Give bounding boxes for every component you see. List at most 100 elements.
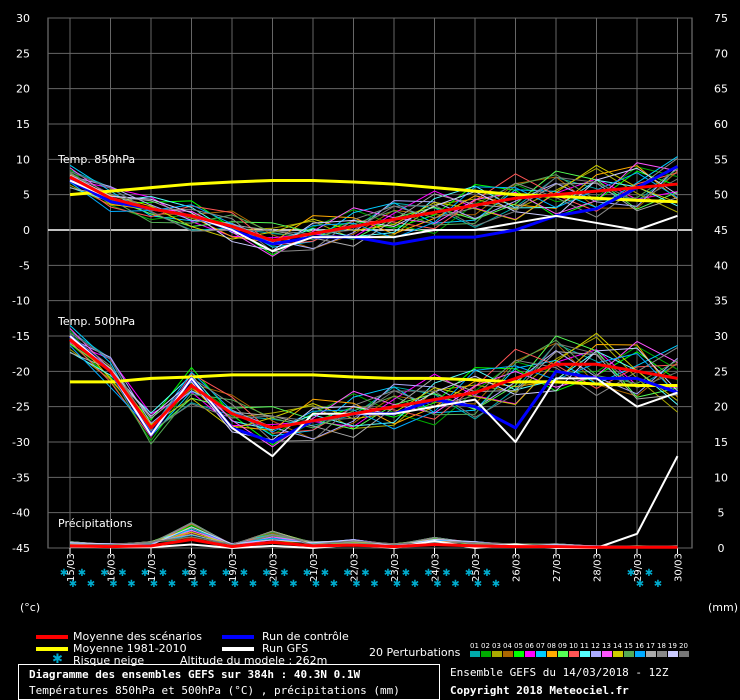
y-tick-left: -40 — [12, 507, 30, 520]
snow-risk-marker: ✱ — [393, 579, 401, 590]
perturbation-number: 12 — [591, 642, 600, 650]
snow-risk-marker: ✱ — [289, 579, 297, 590]
x-tick-date: 26/03 — [512, 553, 523, 582]
snow-risk-marker: ✱ — [636, 579, 644, 590]
perturbation-number: 20 — [679, 642, 688, 650]
perturbation-swatch — [635, 651, 645, 657]
snow-risk-marker: ✱ — [168, 579, 176, 590]
snow-risk-marker: ✱ — [118, 568, 126, 579]
snow-risk-marker: ✱ — [402, 568, 410, 579]
gfs-line-precip — [69, 455, 679, 549]
y-tick-left: -45 — [12, 542, 30, 555]
snow-risk-marker: ✱ — [330, 579, 338, 590]
snow-risk-marker: ✱ — [87, 579, 95, 590]
perturbation-number: 05 — [514, 642, 523, 650]
snow-risk-marker: ✱ — [312, 579, 320, 590]
snow-risk-marker: ✱ — [465, 568, 473, 579]
y-tick-right: 30 — [714, 330, 728, 343]
snow-risk-marker: ✱ — [492, 579, 500, 590]
perturbation-number: 01 — [470, 642, 479, 650]
snow-risk-marker: ✱ — [370, 579, 378, 590]
snow-risk-marker: ✱ — [627, 568, 635, 579]
x-tick-date: 28/03 — [593, 553, 604, 582]
y-tick-left: -15 — [12, 330, 30, 343]
perturbation-swatch — [668, 651, 678, 657]
perturbation-number: 04 — [503, 642, 512, 650]
snow-risk-marker: ✱ — [384, 568, 392, 579]
perturbation-number: 19 — [668, 642, 677, 650]
perturbation-number: 15 — [624, 642, 633, 650]
snow-risk-marker: ✱ — [190, 579, 198, 590]
legend-mean-swatch — [36, 635, 68, 639]
perturbation-number: 02 — [481, 642, 490, 650]
right-unit-label: (mm) — [708, 601, 738, 614]
perturbation-line-500 — [69, 328, 678, 448]
perturbation-number: 10 — [569, 642, 578, 650]
snow-risk-marker: ✱ — [303, 568, 311, 579]
y-tick-right: 75 — [714, 12, 728, 25]
perturbation-swatch — [569, 651, 579, 657]
snow-risk-marker: ✱ — [654, 579, 662, 590]
legend-clim-swatch — [36, 647, 68, 651]
perturbation-number: 18 — [657, 642, 666, 650]
y-tick-left: -30 — [12, 436, 30, 449]
y-tick-right: 35 — [714, 295, 728, 308]
snow-risk-marker: ✱ — [69, 579, 77, 590]
perturbation-number: 06 — [525, 642, 534, 650]
perturbation-number: 11 — [580, 642, 589, 650]
y-tick-left: 30 — [16, 12, 30, 25]
y-tick-right: 45 — [714, 224, 728, 237]
y-tick-right: 50 — [714, 189, 728, 202]
y-tick-left: -20 — [12, 365, 30, 378]
y-tick-left: 10 — [16, 153, 30, 166]
y-tick-left: -25 — [12, 401, 30, 414]
y-tick-left: -10 — [12, 295, 30, 308]
snow-risk-marker: ✱ — [222, 568, 230, 579]
snow-risk-marker: ✱ — [100, 568, 108, 579]
perturbation-swatch — [591, 651, 601, 657]
label-precip: Précipitations — [58, 517, 133, 530]
perturbation-swatch — [481, 651, 491, 657]
perturbation-swatch — [470, 651, 480, 657]
perturbation-swatch — [492, 651, 502, 657]
snow-risk-marker: ✱ — [181, 568, 189, 579]
y-tick-left: 0 — [23, 224, 30, 237]
label-t500: Temp. 500hPa — [57, 315, 135, 328]
snow-risk-marker: ✱ — [433, 579, 441, 590]
y-tick-right: 25 — [714, 365, 728, 378]
snow-risk-marker: ✱ — [262, 568, 270, 579]
perturbation-swatch — [503, 651, 513, 657]
perturbation-number: 17 — [646, 642, 655, 650]
perturbation-number: 07 — [536, 642, 545, 650]
legend-ctrl-swatch — [222, 635, 254, 639]
snow-risk-marker: ✱ — [352, 579, 360, 590]
perturbation-number: 09 — [558, 642, 567, 650]
perturbation-swatch — [613, 651, 623, 657]
y-tick-left: 25 — [16, 47, 30, 60]
y-tick-right: 55 — [714, 153, 728, 166]
perturbation-swatch — [558, 651, 568, 657]
snow-risk-marker: ✱ — [159, 568, 167, 579]
y-tick-right: 70 — [714, 47, 728, 60]
footer-run: Ensemble GEFS du 14/03/2018 - 12Z — [450, 666, 669, 679]
snow-risk-marker: ✱ — [60, 568, 68, 579]
legend-perturbations: 20 Perturbations — [369, 646, 461, 659]
x-tick-date: 27/03 — [552, 553, 563, 582]
label-t850: Temp. 850hPa — [57, 153, 135, 166]
snow-risk-marker: ✱ — [321, 568, 329, 579]
y-tick-left: 15 — [16, 118, 30, 131]
snow-risk-marker: ✱ — [127, 579, 135, 590]
y-tick-right: 5 — [718, 507, 725, 520]
snow-risk-marker: ✱ — [231, 579, 239, 590]
snow-risk-marker: ✱ — [249, 579, 257, 590]
plot-frame — [47, 17, 693, 549]
perturbation-number: 16 — [635, 642, 644, 650]
y-tick-right: 20 — [714, 401, 728, 414]
perturbation-number: 13 — [602, 642, 611, 650]
snow-risk-marker: ✱ — [271, 579, 279, 590]
perturbation-swatch — [514, 651, 524, 657]
left-unit-label: (°c) — [20, 601, 40, 614]
y-tick-right: 40 — [714, 259, 728, 272]
perturbation-swatch — [580, 651, 590, 657]
snow-risk-marker: ✱ — [483, 568, 491, 579]
